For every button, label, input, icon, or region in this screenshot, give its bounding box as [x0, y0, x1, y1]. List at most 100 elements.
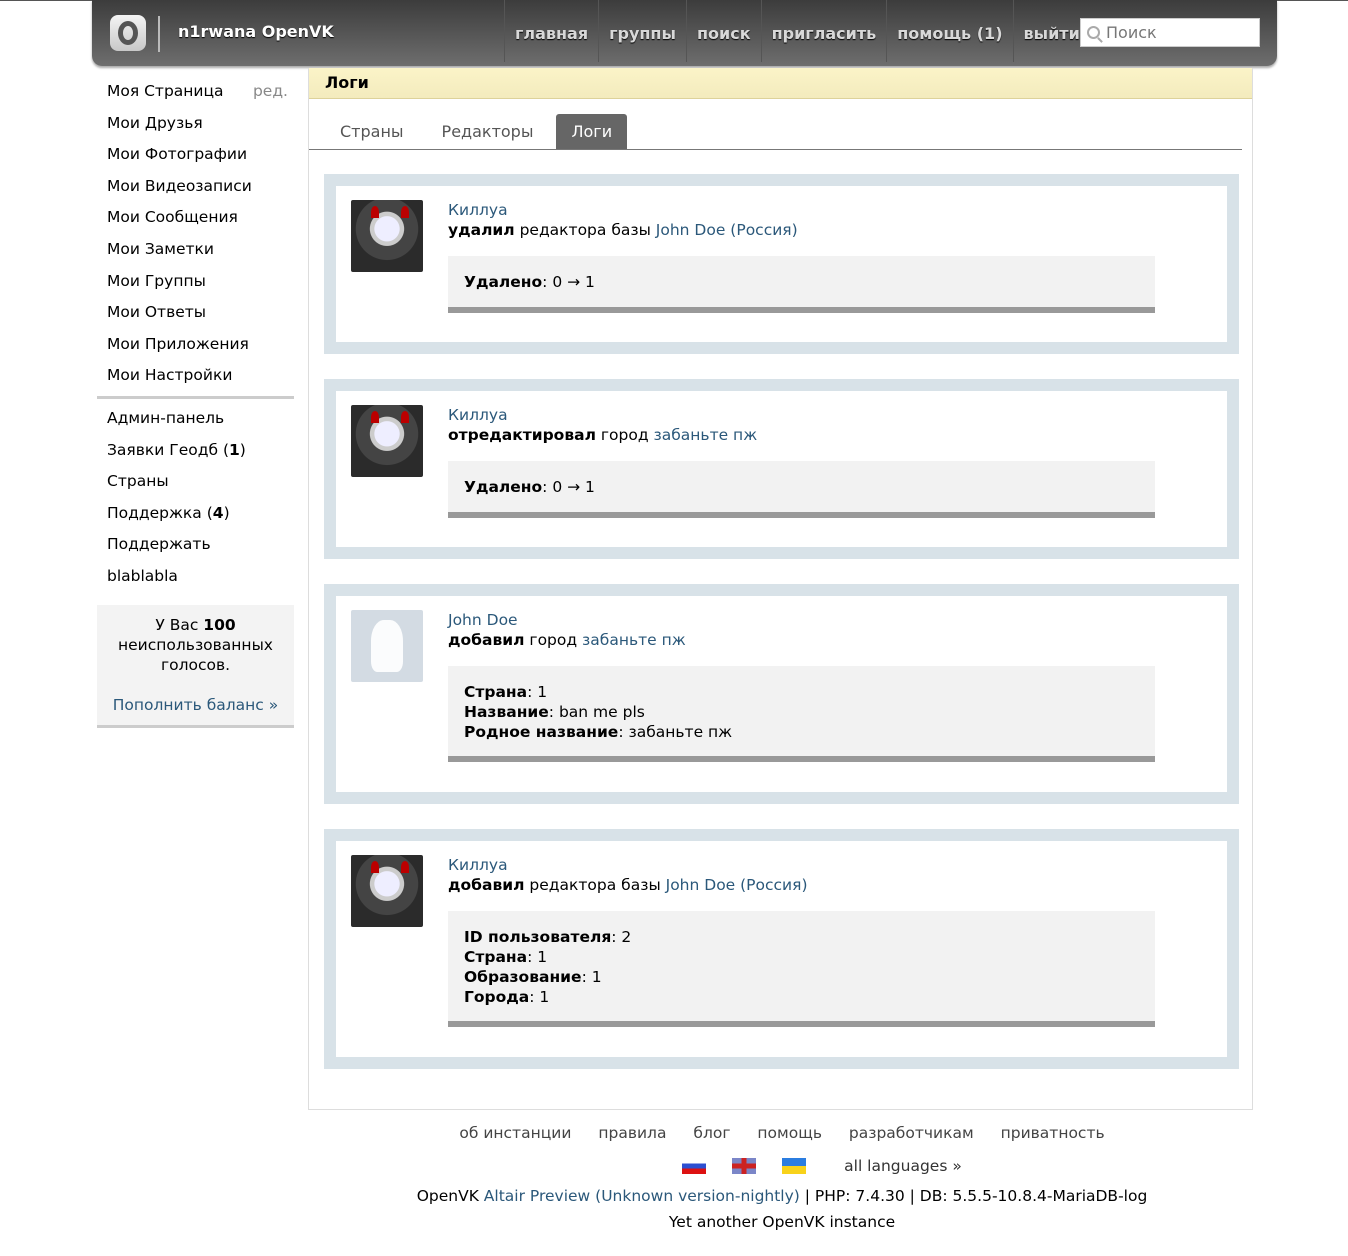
- nav-search[interactable]: поиск: [685, 0, 761, 62]
- version-info: OpenVK Altair Preview (Unknown version-n…: [308, 1187, 1256, 1205]
- field-value: 0 → 1: [552, 273, 595, 291]
- user-link[interactable]: Киллуа: [448, 201, 508, 219]
- votes-suffix: неиспользованных голосов.: [118, 635, 273, 674]
- nav-home[interactable]: главная: [504, 0, 598, 62]
- diff-box: Удалено: 0 → 1: [448, 461, 1155, 518]
- tabs: Страны Редакторы Логи: [309, 114, 1242, 150]
- field-value: 1: [591, 968, 602, 986]
- search-icon: [1087, 26, 1100, 39]
- log-action: добавил город забаньте пж: [448, 630, 1155, 650]
- action-verb: добавил: [448, 876, 525, 894]
- sidebar-item-my-page[interactable]: Моя Страница ред.: [97, 76, 294, 108]
- footer-link-rules[interactable]: правила: [598, 1124, 666, 1142]
- edit-link[interactable]: ред.: [253, 76, 288, 107]
- sidebar-item-blablabla[interactable]: blablabla: [97, 561, 294, 593]
- field-value: ban me pls: [558, 703, 645, 721]
- votes-count: 100: [203, 615, 236, 634]
- count-badge: 1: [229, 440, 240, 459]
- action-object: город: [600, 426, 649, 444]
- sidebar-item-donate[interactable]: Поддержать: [97, 529, 294, 561]
- main-content: Логи Страны Редакторы Логи Киллуа удалил…: [308, 68, 1253, 1110]
- footer-link-blog[interactable]: блог: [693, 1124, 730, 1142]
- avatar[interactable]: [351, 610, 423, 682]
- sidebar-item-messages[interactable]: Мои Сообщения: [97, 202, 294, 234]
- diff-field: ID пользователя: 2: [464, 928, 632, 946]
- field-value: 1: [539, 988, 550, 1006]
- page-title: Логи: [309, 68, 1252, 99]
- user-link[interactable]: Киллуа: [448, 406, 508, 424]
- nav-logout[interactable]: выйти: [1012, 0, 1090, 62]
- tab-editors[interactable]: Редакторы: [427, 114, 549, 149]
- target-link[interactable]: забаньте пж: [582, 631, 686, 649]
- avatar[interactable]: [351, 200, 423, 272]
- target-link[interactable]: забаньте пж: [654, 426, 758, 444]
- field-name: Образование: [464, 968, 582, 986]
- ukraine-flag-icon[interactable]: [782, 1158, 807, 1174]
- count-badge: 4: [212, 503, 224, 522]
- field-name: Название: [464, 703, 549, 721]
- sidebar-item-support[interactable]: Поддержка (4): [97, 498, 294, 530]
- sidebar-item-settings[interactable]: Мои Настройки: [97, 360, 294, 392]
- avatar[interactable]: [351, 405, 423, 477]
- search-placeholder: Поиск: [1106, 23, 1157, 42]
- sidebar-item-apps[interactable]: Мои Приложения: [97, 329, 294, 361]
- sidebar-item-photos[interactable]: Мои Фотографии: [97, 139, 294, 171]
- diff-field: Страна: 1: [464, 683, 548, 701]
- user-link[interactable]: John Doe: [448, 611, 518, 629]
- header: n1rwana OpenVK главная группы поиск приг…: [92, 0, 1277, 66]
- diff-box: Удалено: 0 → 1: [448, 256, 1155, 313]
- diff-field: Города: 1: [464, 988, 550, 1006]
- uk-flag-icon[interactable]: [732, 1158, 757, 1174]
- footer-link-help[interactable]: помощь: [757, 1124, 822, 1142]
- diff-box: ID пользователя: 2 Страна: 1 Образование: …: [448, 911, 1155, 1027]
- field-value: 0 → 1: [552, 478, 595, 496]
- russian-flag-icon[interactable]: [682, 1158, 707, 1174]
- target-link[interactable]: John Doe (Россия): [666, 876, 808, 894]
- field-value: 1: [537, 948, 548, 966]
- sidebar-item-friends[interactable]: Мои Друзья: [97, 108, 294, 140]
- avatar[interactable]: [351, 855, 423, 927]
- version-link[interactable]: Altair Preview (Unknown version-nightly): [484, 1187, 800, 1205]
- field-name: Страна: [464, 683, 528, 701]
- sidebar-item-countries[interactable]: Страны: [97, 466, 294, 498]
- footer-link-developers[interactable]: разработчикам: [849, 1124, 974, 1142]
- votes-box: У Вас 100 неиспользованных голосов. Попо…: [97, 604, 294, 728]
- diff-field: Удалено: 0 → 1: [464, 478, 595, 496]
- diff-field: Страна: 1: [464, 948, 548, 966]
- sidebar-item-label: Заявки Геодб: [107, 440, 219, 459]
- tab-countries[interactable]: Страны: [325, 114, 419, 149]
- diff-field: Образование: 1: [464, 968, 602, 986]
- divider: [158, 16, 160, 52]
- log-action: отредактировал город забаньте пж: [448, 425, 1155, 445]
- target-link[interactable]: John Doe (Россия): [656, 221, 798, 239]
- sidebar-item-admin[interactable]: Админ-панель: [97, 403, 294, 435]
- version-prefix: OpenVK: [416, 1187, 479, 1205]
- diff-field: Удалено: 0 → 1: [464, 273, 595, 291]
- version-suffix: | PHP: 7.4.30 | DB: 5.5.5-10.8.4-MariaDB…: [804, 1187, 1148, 1205]
- field-value: забаньте пж: [628, 723, 733, 741]
- nav-invite[interactable]: пригласить: [760, 0, 887, 62]
- diff-field: Название: ban me pls: [464, 703, 645, 721]
- nav-groups[interactable]: группы: [598, 0, 686, 62]
- logo-icon[interactable]: [110, 15, 146, 51]
- field-name: Страна: [464, 948, 528, 966]
- user-link[interactable]: Киллуа: [448, 856, 508, 874]
- all-languages-link[interactable]: all languages »: [844, 1157, 962, 1175]
- footer-link-privacy[interactable]: приватность: [1001, 1124, 1105, 1142]
- field-value: 2: [621, 928, 632, 946]
- sidebar-item-geodb-requests[interactable]: Заявки Геодб (1): [97, 435, 294, 467]
- search-input[interactable]: Поиск: [1080, 18, 1260, 47]
- tab-logs[interactable]: Логи: [556, 114, 628, 149]
- action-object: город: [529, 631, 578, 649]
- field-value: 1: [537, 683, 548, 701]
- top-nav: главная группы поиск пригласить помощь (…: [504, 0, 1090, 66]
- log-entry: John Doe добавил город забаньте пж Стран…: [324, 584, 1239, 804]
- nav-help[interactable]: помощь (1): [886, 0, 1012, 62]
- sidebar-item-groups[interactable]: Мои Группы: [97, 266, 294, 298]
- sidebar-item-videos[interactable]: Мои Видеозаписи: [97, 171, 294, 203]
- sidebar-item-replies[interactable]: Мои Ответы: [97, 297, 294, 329]
- topup-link[interactable]: Пополнить баланс »: [105, 695, 286, 715]
- footer-link-about[interactable]: об инстанции: [459, 1124, 571, 1142]
- action-object: редактора базы: [529, 876, 661, 894]
- sidebar-item-notes[interactable]: Мои Заметки: [97, 234, 294, 266]
